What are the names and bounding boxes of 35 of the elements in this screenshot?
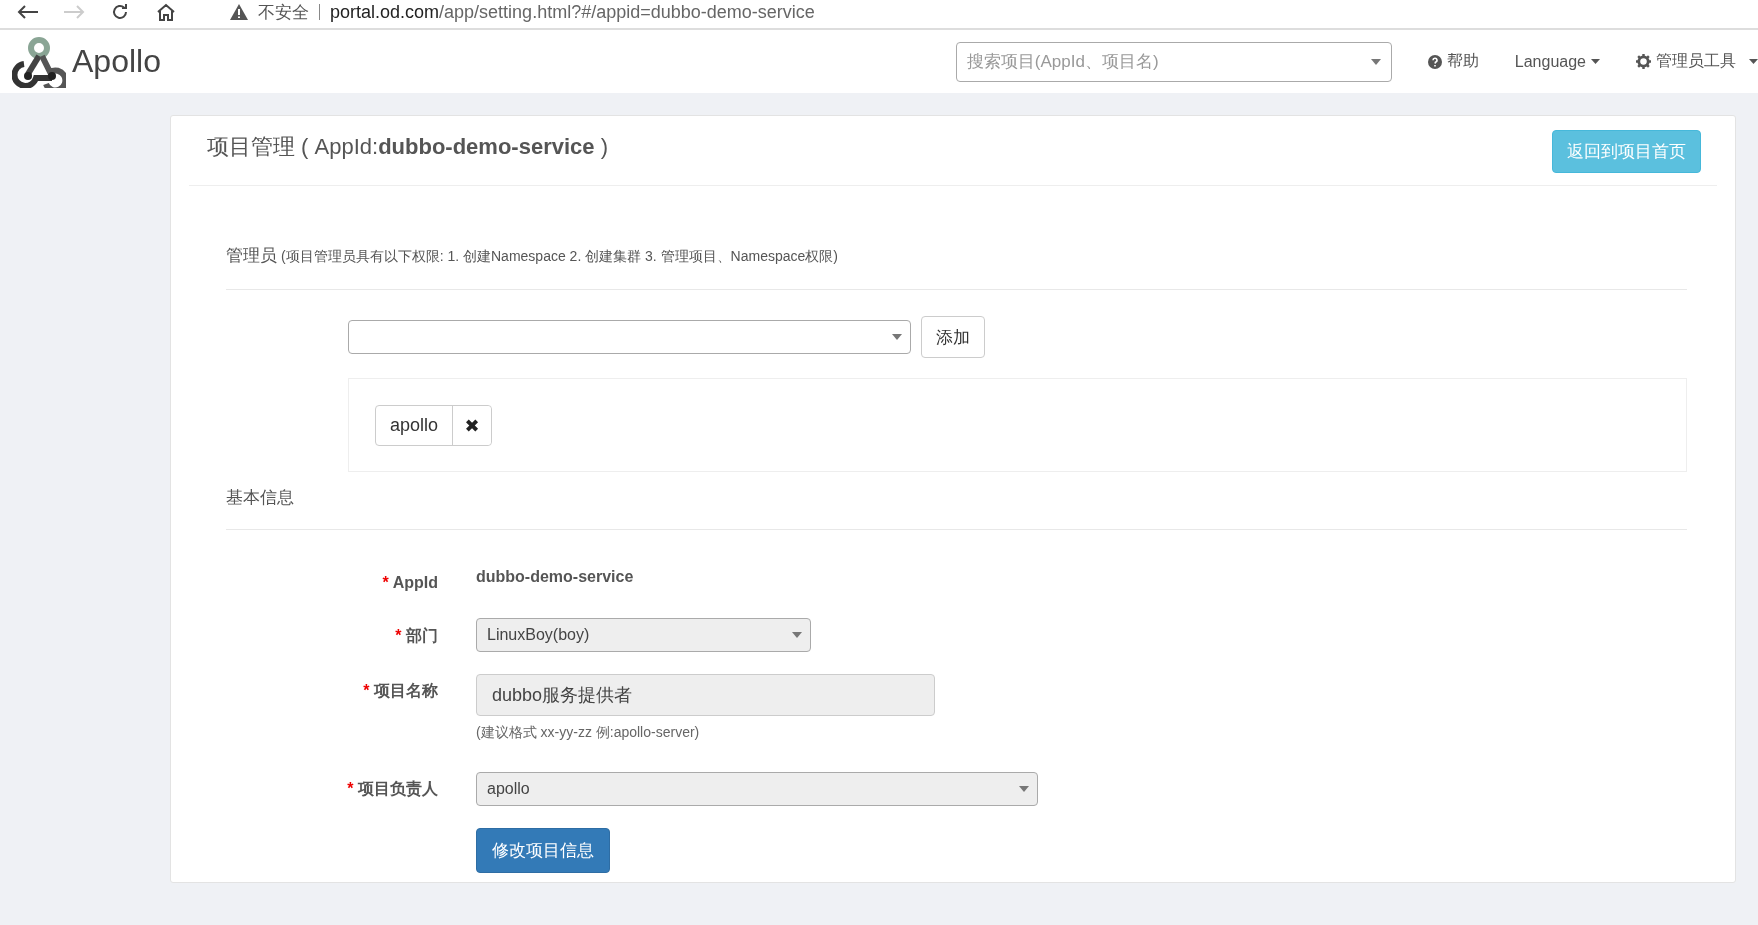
reload-icon[interactable] <box>110 2 130 22</box>
home-icon[interactable] <box>156 3 176 21</box>
dropdown-caret-icon <box>892 334 902 340</box>
caret-icon <box>1749 59 1758 64</box>
user-select-field[interactable] <box>348 320 911 354</box>
warning-icon <box>230 4 248 20</box>
dropdown-caret-icon <box>1370 58 1381 65</box>
permission-note: (项目管理员具有以下权限: 1. 创建Namespace 2. 创建集群 3. 管理项目、Namespace权限) <box>281 248 838 266</box>
gear-icon <box>1636 54 1651 69</box>
webhook-logo-icon <box>12 35 66 88</box>
help-link[interactable]: 帮助 <box>1427 51 1479 72</box>
section-heading: 管理员 <box>226 245 277 267</box>
appid-value: dubbo-demo-service <box>476 568 635 586</box>
section-heading: 基本信息 <box>226 488 294 507</box>
select-field[interactable]: LinuxBoy(boy) <box>476 618 811 652</box>
field-hint: (建议格式 xx-yy-zz 例:apollo-server) <box>476 724 701 742</box>
help-icon <box>1427 54 1442 69</box>
field-label: * 项目负责人 <box>346 779 438 800</box>
caret-icon <box>1591 59 1600 64</box>
field-label: * 项目名称 <box>362 681 438 701</box>
add-button[interactable]: 添加 <box>921 316 985 358</box>
select-field[interactable]: apollo <box>476 772 1038 806</box>
back-arrow-icon[interactable] <box>17 4 39 20</box>
security-label: 不安全 <box>258 1 309 24</box>
input-field[interactable]: dubbo服务提供者 <box>476 674 935 716</box>
field-label: * AppId <box>381 573 438 592</box>
page-title: 项目管理 ( AppId:dubbo-demo-service ) <box>207 133 608 161</box>
dropdown-caret-icon <box>1019 786 1029 792</box>
language-menu[interactable]: Language <box>1514 52 1600 71</box>
dropdown-caret-icon <box>792 632 802 638</box>
save-project-button[interactable]: 修改项目信息 <box>476 828 610 873</box>
brand-name[interactable]: Apollo <box>72 43 161 80</box>
field-label: * 部门 <box>394 626 438 646</box>
address-url[interactable]: portal.od.com/app/setting.html?#/appid=dubbo-demo-service <box>330 1 815 23</box>
admin-tools-menu[interactable]: 管理员工具 <box>1636 51 1758 72</box>
